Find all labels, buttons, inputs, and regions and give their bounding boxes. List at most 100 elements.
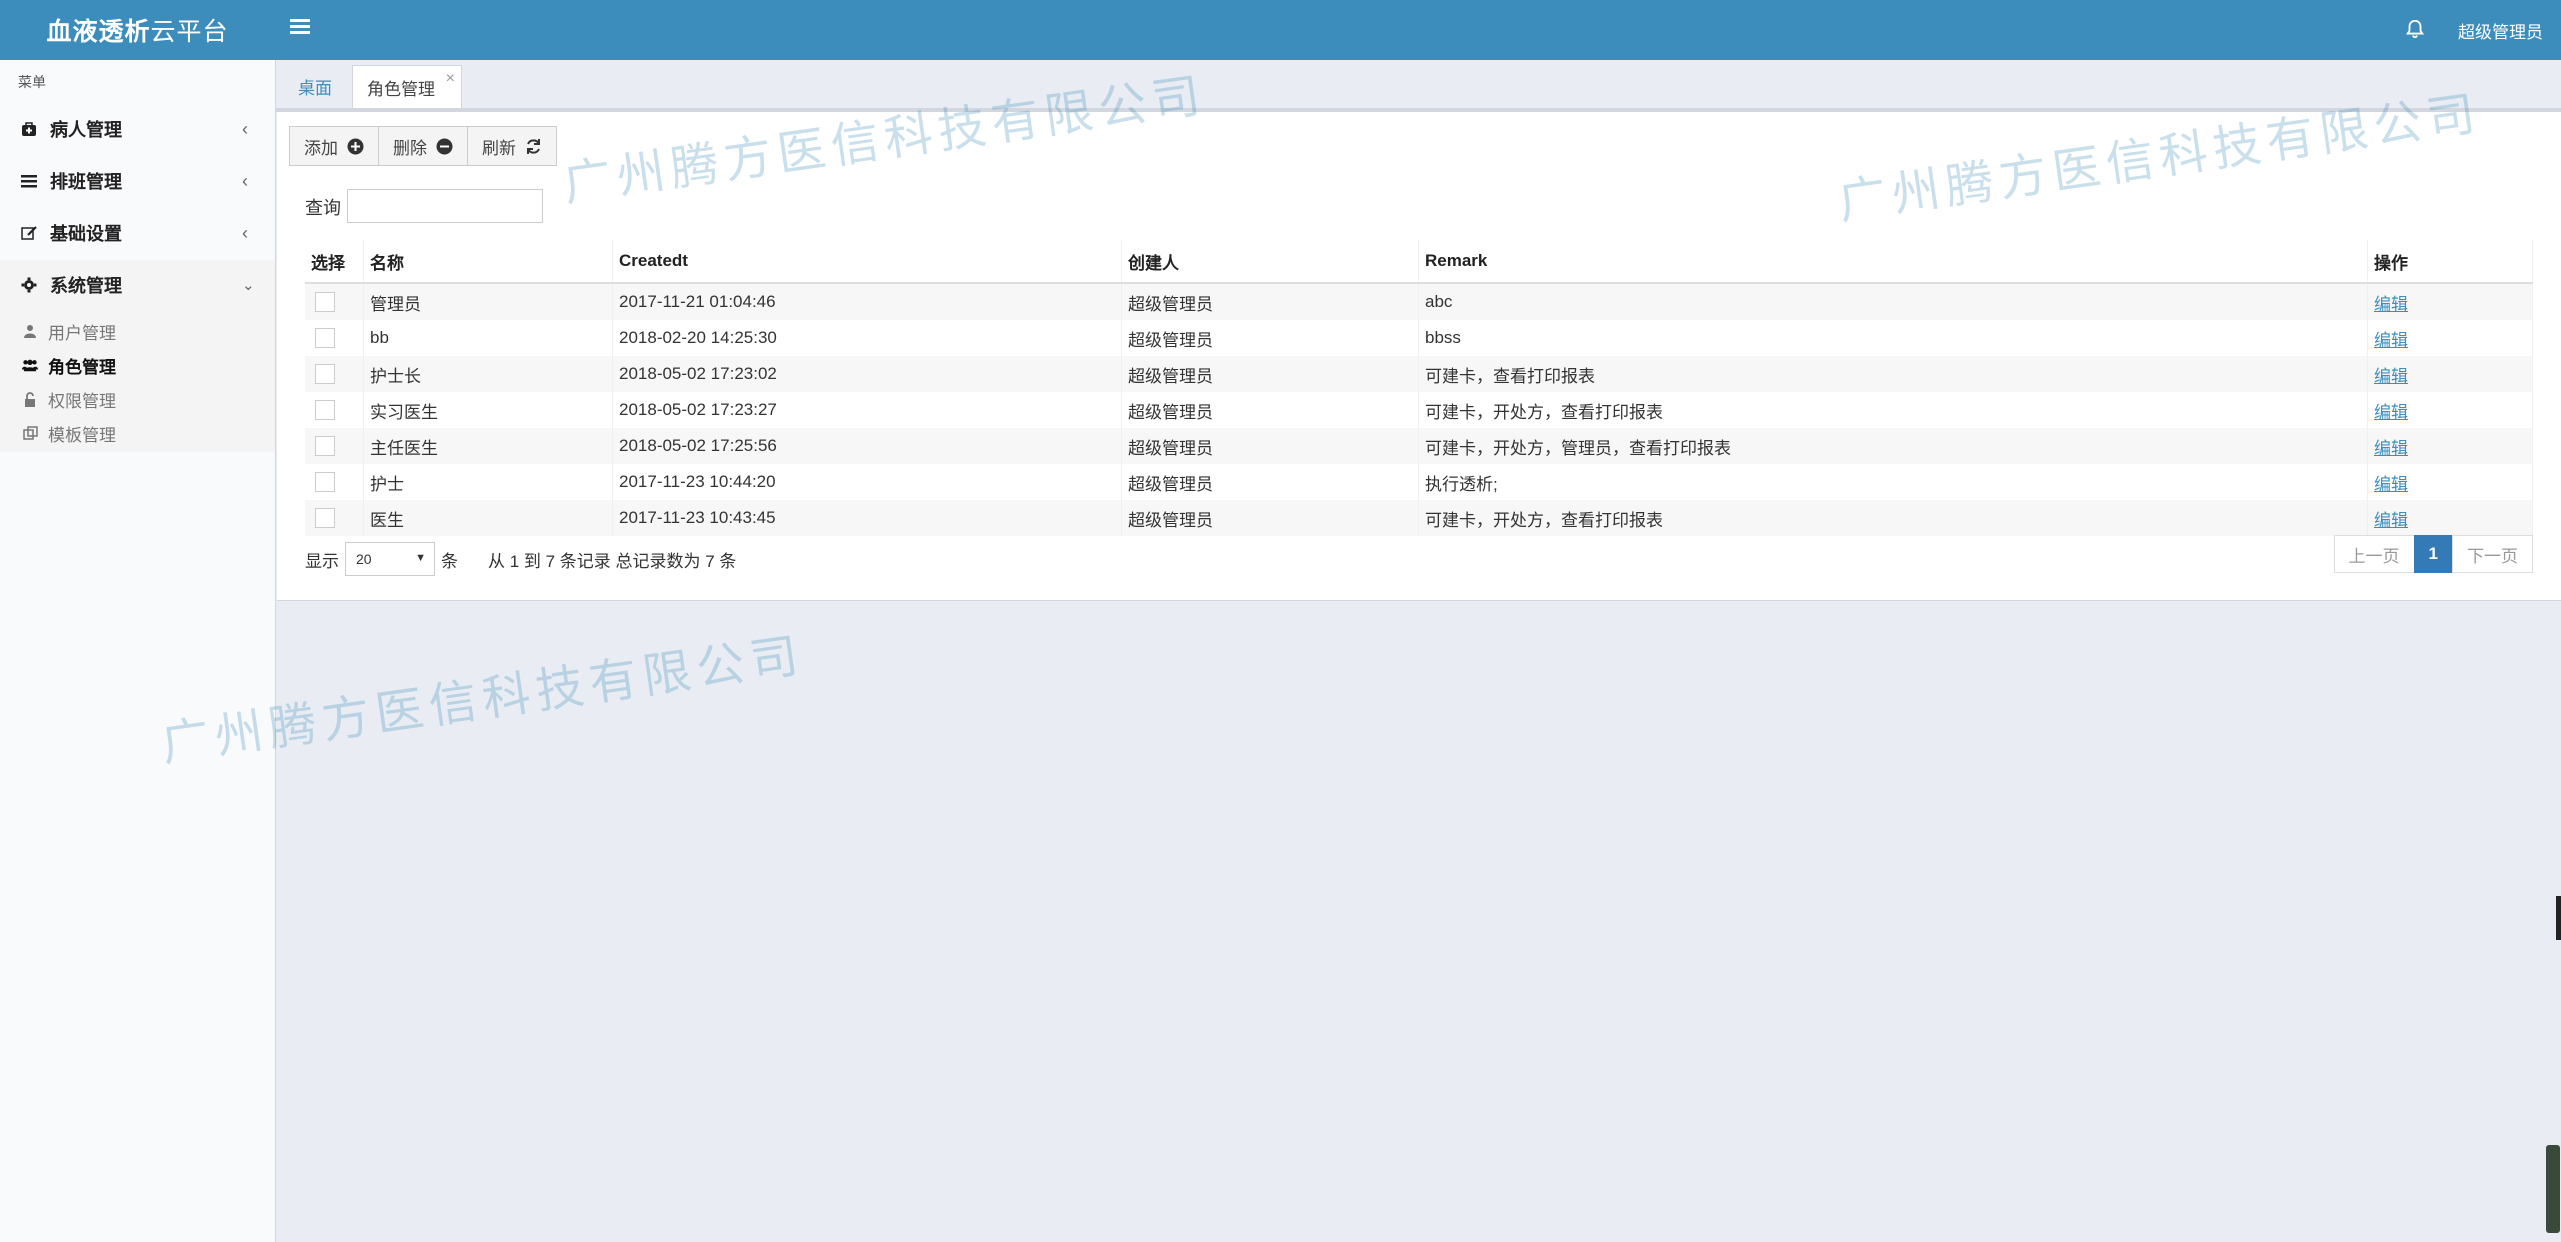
search-input[interactable]	[347, 189, 543, 223]
cell-name: bb	[363, 320, 613, 356]
list-icon	[20, 172, 38, 190]
table-row: 医生 2017-11-23 10:43:45 超级管理员 可建卡，开处方，查看打…	[305, 500, 2533, 536]
refresh-button-label: 刷新	[482, 138, 516, 158]
sidebar-subitem-templates[interactable]: 模板管理	[0, 416, 275, 450]
table-row: 管理员 2017-11-21 01:04:46 超级管理员 abc 编辑	[305, 283, 2533, 320]
row-checkbox[interactable]	[315, 292, 335, 312]
cell-created: 2018-05-02 17:23:27	[612, 392, 1122, 428]
sidebar-subitem-roles[interactable]: 角色管理	[0, 348, 275, 382]
cell-created: 2018-05-02 17:23:02	[612, 356, 1122, 392]
cell-created: 2017-11-21 01:04:46	[612, 283, 1122, 320]
page-size-value: 20	[356, 551, 372, 567]
next-page-button[interactable]: 下一页	[2452, 535, 2533, 573]
chevron-left-icon: ‹	[242, 222, 248, 243]
table-header-row: 选择 名称 Createdt 创建人 Remark 操作	[305, 240, 2533, 284]
column-header-createdt[interactable]: Createdt	[612, 240, 1122, 284]
row-checkbox[interactable]	[315, 364, 335, 384]
column-header-name[interactable]: 名称	[363, 240, 613, 284]
sidebar-subitem-label: 模板管理	[48, 425, 116, 445]
record-info: 从 1 到 7 条记录 总记录数为 7 条	[488, 551, 737, 571]
delete-button-label: 删除	[393, 138, 427, 158]
plus-circle-icon	[346, 137, 364, 155]
cell-created: 2017-11-23 10:44:20	[612, 464, 1122, 500]
sidebar-subitem-label: 用户管理	[48, 323, 116, 343]
row-checkbox[interactable]	[315, 400, 335, 420]
cell-name: 管理员	[363, 283, 613, 320]
row-checkbox[interactable]	[315, 328, 335, 348]
cell-created: 2017-11-23 10:43:45	[612, 500, 1122, 536]
page-1-button[interactable]: 1	[2413, 535, 2453, 573]
user-icon	[22, 323, 38, 339]
row-checkbox[interactable]	[315, 508, 335, 528]
refresh-button[interactable]: 刷新	[467, 126, 557, 166]
edit-link[interactable]: 编辑	[2374, 439, 2408, 458]
column-header-creator[interactable]: 创建人	[1121, 240, 1419, 284]
table-row: 主任医生 2018-05-02 17:25:56 超级管理员 可建卡，开处方，管…	[305, 428, 2533, 464]
edit-link[interactable]: 编辑	[2374, 511, 2408, 530]
edit-link[interactable]: 编辑	[2374, 475, 2408, 494]
edit-link[interactable]: 编辑	[2374, 403, 2408, 422]
table-row: 实习医生 2018-05-02 17:23:27 超级管理员 可建卡，开处方，查…	[305, 392, 2533, 428]
menu-toggle-icon[interactable]	[290, 16, 310, 36]
toolbar: 添加 删除 刷新	[289, 126, 557, 166]
prev-page-button[interactable]: 上一页	[2333, 535, 2415, 573]
page-tabs: 桌面 角色管理 ×	[276, 60, 2561, 112]
cell-remark: 可建卡，查看打印报表	[1418, 356, 2368, 392]
cell-creator: 超级管理员	[1121, 428, 1419, 464]
column-header-select: 选择	[305, 240, 364, 284]
role-table: 选择 名称 Createdt 创建人 Remark 操作 管理员 2017-11…	[305, 240, 2533, 536]
medkit-icon	[20, 120, 38, 138]
close-icon[interactable]: ×	[446, 70, 455, 88]
delete-button[interactable]: 删除	[378, 126, 468, 166]
table-row: bb 2018-02-20 14:25:30 超级管理员 bbss 编辑	[305, 320, 2533, 356]
row-checkbox[interactable]	[315, 436, 335, 456]
cell-created: 2018-05-02 17:25:56	[612, 428, 1122, 464]
sidebar-item-label: 排班管理	[50, 172, 122, 192]
tab-home[interactable]: 桌面	[284, 65, 346, 108]
show-label: 显示	[305, 551, 339, 571]
sidebar-item-label: 系统管理	[50, 276, 122, 296]
chevron-left-icon: ‹	[242, 170, 248, 191]
sidebar-item-patients[interactable]: 病人管理 ‹	[0, 104, 275, 154]
pagination: 上一页 1 下一页	[2333, 535, 2533, 573]
page-size-control: 显示 20 ▼ 条 从 1 到 7 条记录 总记录数为 7 条	[305, 542, 736, 576]
edit-link[interactable]: 编辑	[2374, 295, 2408, 314]
bell-icon[interactable]	[2404, 18, 2426, 40]
sidebar-subitem-label: 角色管理	[48, 357, 116, 377]
users-icon	[22, 357, 38, 373]
cell-creator: 超级管理员	[1121, 320, 1419, 356]
cell-creator: 超级管理员	[1121, 283, 1419, 320]
brand-logo[interactable]: 血液透析 云平台	[0, 0, 275, 60]
cell-created: 2018-02-20 14:25:30	[612, 320, 1122, 356]
sidebar-subitem-users[interactable]: 用户管理	[0, 314, 275, 348]
sidebar-item-system[interactable]: 系统管理 ⌄	[0, 260, 275, 310]
sidebar-item-label: 基础设置	[50, 224, 122, 244]
edit-link[interactable]: 编辑	[2374, 331, 2408, 350]
sidebar-item-label: 病人管理	[50, 120, 122, 140]
row-checkbox[interactable]	[315, 472, 335, 492]
page-size-select[interactable]: 20 ▼	[345, 542, 435, 576]
cell-creator: 超级管理员	[1121, 392, 1419, 428]
gear-icon	[20, 276, 38, 294]
cell-name: 主任医生	[363, 428, 613, 464]
user-menu[interactable]: 超级管理员	[2458, 18, 2543, 43]
add-button[interactable]: 添加	[289, 126, 379, 166]
cell-name: 实习医生	[363, 392, 613, 428]
cell-remark: bbss	[1418, 320, 2368, 356]
sidebar-subitem-permissions[interactable]: 权限管理	[0, 382, 275, 416]
sidebar-item-scheduling[interactable]: 排班管理 ‹	[0, 156, 275, 206]
unlock-icon	[22, 391, 38, 407]
tab-role-management[interactable]: 角色管理 ×	[352, 65, 462, 108]
column-header-action: 操作	[2367, 240, 2533, 284]
scrollbar-handle[interactable]	[2546, 1145, 2560, 1233]
sidebar-subitem-label: 权限管理	[48, 391, 116, 411]
edit-link[interactable]: 编辑	[2374, 367, 2408, 386]
cell-remark: 执行透析;	[1418, 464, 2368, 500]
sidebar-submenu: 用户管理 角色管理 权限管理 模板管理	[0, 310, 275, 452]
cell-name: 护士	[363, 464, 613, 500]
edit-icon	[20, 224, 38, 242]
column-header-remark[interactable]: Remark	[1418, 240, 2368, 284]
sidebar-item-basic-settings[interactable]: 基础设置 ‹	[0, 208, 275, 258]
brand-light: 云平台	[150, 18, 229, 46]
add-button-label: 添加	[304, 138, 338, 158]
